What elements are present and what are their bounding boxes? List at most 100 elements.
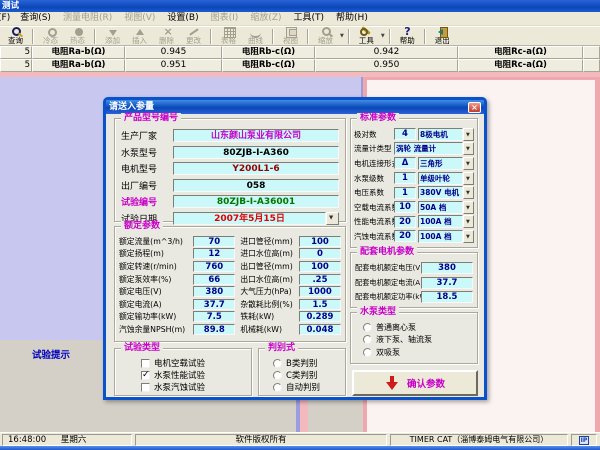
radio-class-b[interactable]: B类判别 (259, 357, 345, 369)
zoom-dropdown-caret[interactable]: ▼ (340, 33, 344, 39)
view-button[interactable]: 视图 (277, 27, 304, 46)
pump-model-field[interactable]: 80ZJB-I-A360 (173, 146, 339, 159)
add-button[interactable]: 添加 (99, 27, 126, 46)
test-date-combo[interactable]: 2007年5月15日 (173, 212, 339, 225)
motor-connection-field[interactable]: Δ (394, 157, 416, 169)
menu-item-zoom[interactable]: 缩放(Z) (244, 12, 287, 25)
hot-state-button[interactable]: 热态 (64, 27, 91, 46)
voltage-coeff-field[interactable]: 1 (394, 187, 416, 199)
motor-current-field[interactable]: 37.7 (421, 277, 473, 289)
cavitation-current-coeff-combo[interactable]: 100A 档 (418, 230, 474, 243)
radio-icon (273, 371, 282, 380)
rated-power-field[interactable]: 7.5 (193, 311, 235, 322)
rated-efficiency-field[interactable]: 66 (193, 274, 235, 285)
toolbar-separator (94, 29, 96, 44)
chevron-down-icon[interactable] (463, 186, 474, 199)
motor-model-field[interactable]: Y200L1-6 (173, 162, 339, 175)
pole-pairs-field[interactable]: 4 (394, 128, 416, 140)
chevron-down-icon[interactable] (463, 157, 474, 170)
rated-voltage-field[interactable]: 380 (193, 286, 235, 297)
close-icon[interactable]: × (468, 102, 481, 113)
help-button[interactable]: 帮助 (394, 27, 421, 46)
inlet-diameter-field[interactable]: 100 (299, 236, 341, 247)
delete-button[interactable]: 删除 (153, 27, 180, 46)
inlet-level-field[interactable]: 0 (299, 248, 341, 259)
rated-speed-field[interactable]: 760 (193, 261, 235, 272)
pump-stages-combo[interactable]: 单级叶轮 (418, 172, 474, 185)
menu-item-query[interactable]: 查询(S) (14, 12, 57, 25)
outlet-level-field[interactable]: .25 (299, 274, 341, 285)
table-row[interactable]: 5 电阻Ra-b(Ω) 0.945 电阻Rb-c(Ω) 0.942 电阻Rc-a… (0, 46, 600, 59)
confirm-params-button[interactable]: 确认参数 (352, 370, 478, 396)
radio-centrifugal-pump[interactable]: 普通离心泵 (351, 321, 477, 334)
test-type-group: 试验类型 电机空载试验 水泵性能试验 水泵汽蚀试验 (114, 348, 252, 396)
radio-auto-judge[interactable]: 自动判别 (259, 381, 345, 393)
chevron-down-icon[interactable] (463, 201, 474, 214)
radio-double-suction-pump[interactable]: 双吸泵 (351, 346, 477, 359)
table-row[interactable]: 5 电阻Ra-b(Ω) 0.951 电阻Rb-c(Ω) 0.950 电阻Rc-a… (0, 59, 600, 72)
npsh-field[interactable]: 89.8 (193, 324, 235, 335)
query-button[interactable]: 查询 (2, 27, 29, 46)
rated-head-field[interactable]: 12 (193, 248, 235, 259)
radio-class-c[interactable]: C类判别 (259, 369, 345, 381)
chevron-down-icon[interactable] (326, 212, 339, 225)
checkbox-icon (141, 383, 150, 392)
pole-pairs-combo[interactable]: 8极电机 (418, 128, 474, 141)
chevron-down-icon[interactable] (463, 215, 474, 228)
group-title: 配套电机参数 (357, 247, 417, 258)
manufacturer-field[interactable]: 山东颜山泵业有限公司 (173, 129, 339, 142)
voltage-coeff-combo[interactable]: 380V 电机 (418, 186, 474, 199)
flowmeter-type-combo[interactable]: 涡轮 流量计 (394, 142, 474, 155)
taskbar-edge (0, 446, 600, 450)
outlet-diameter-field[interactable]: 100 (299, 261, 341, 272)
toolbar: 查询 冷态 热态 添加 插入 删除 更改 表格 (0, 26, 600, 46)
pump-stages-field[interactable]: 1 (394, 172, 416, 184)
checkbox-motor-noload-test[interactable]: 电机空载试验 (115, 357, 251, 369)
motor-voltage-field[interactable]: 380 (421, 262, 473, 274)
chevron-down-icon[interactable] (463, 172, 474, 185)
menu-item-help[interactable]: 帮助(H) (330, 12, 374, 25)
noload-current-coeff-combo[interactable]: 50A 档 (418, 201, 474, 214)
iron-loss-field[interactable]: 0.289 (299, 311, 341, 322)
standard-parameters-group: 标准参数 极对数 4 8极电机 流量计类型 涡轮 流量计 (350, 118, 478, 248)
motor-connection-combo[interactable]: 三角形 (418, 157, 474, 170)
factory-no-field[interactable]: 058 (173, 179, 339, 192)
zoom-button[interactable]: 缩放 (312, 27, 339, 46)
chevron-down-icon[interactable] (463, 142, 474, 155)
grid-view-button[interactable]: 表格 (215, 27, 242, 46)
menu-item-clipped[interactable]: (F) (0, 12, 14, 25)
menu-item-view[interactable]: 视图(V) (118, 12, 161, 25)
insert-button[interactable]: 插入 (126, 27, 153, 46)
perf-current-coeff-field[interactable]: 20 (394, 216, 416, 228)
motor-power-field[interactable]: 18.5 (421, 291, 473, 303)
mech-loss-field[interactable]: 0.048 (299, 324, 341, 335)
test-no-field[interactable]: 80ZJB-I-A36001 (173, 195, 339, 208)
checkbox-pump-performance-test[interactable]: 水泵性能试验 (115, 369, 251, 381)
cold-state-button[interactable]: 冷态 (37, 27, 64, 46)
atmos-pressure-field[interactable]: 1000 (299, 286, 341, 297)
row-index-cell: 5 (0, 46, 32, 59)
stray-loss-field[interactable]: 1.5 (299, 299, 341, 310)
radio-submerged-axial-pump[interactable]: 液下泵、轴流泵 (351, 334, 477, 347)
rated-current-field[interactable]: 37.7 (193, 299, 235, 310)
tools-button[interactable]: 工具 (353, 27, 380, 46)
modify-button[interactable]: 更改 (180, 27, 207, 46)
input-method-icon[interactable]: IP (579, 436, 589, 445)
menu-item-measure-resistance[interactable]: 测量电阻(R) (57, 12, 118, 25)
menu-item-chart[interactable]: 图表(I) (205, 12, 245, 25)
tools-dropdown-caret[interactable]: ▼ (381, 33, 385, 39)
chevron-down-icon[interactable] (463, 230, 474, 243)
perf-current-coeff-combo[interactable]: 100A 档 (418, 215, 474, 228)
rated-flow-field[interactable]: 70 (193, 236, 235, 247)
menu-item-settings[interactable]: 设置(B) (161, 12, 204, 25)
clipped-cell (583, 59, 600, 72)
cavitation-current-coeff-field[interactable]: 20 (394, 230, 416, 242)
window-title: 测试 (2, 1, 19, 11)
curve-view-button[interactable]: 曲线 (242, 27, 269, 46)
exit-button[interactable]: 退出 (429, 27, 456, 46)
noload-current-coeff-field[interactable]: 10 (394, 201, 416, 213)
chevron-down-icon[interactable] (463, 128, 474, 141)
checkbox-pump-cavitation-test[interactable]: 水泵汽蚀试验 (115, 381, 251, 393)
menu-item-tools[interactable]: 工具(T) (288, 12, 331, 25)
toolbar-separator (272, 29, 274, 44)
